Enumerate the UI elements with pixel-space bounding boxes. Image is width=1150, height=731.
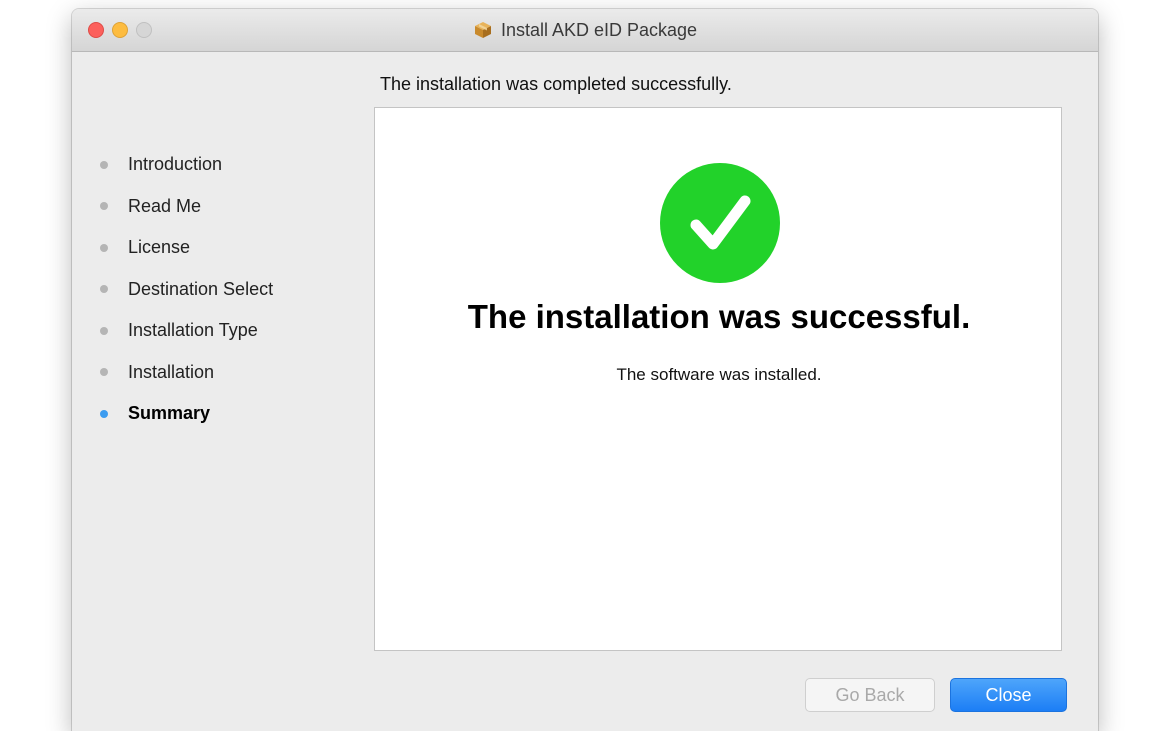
window-title: Install AKD eID Package [500,19,698,40]
step-label: License [128,237,191,258]
step-introduction: Introduction [100,144,273,186]
title-bar[interactable]: Install AKD eID Package [72,9,1098,52]
window-title-group: Install AKD eID Package [72,9,1098,51]
checkmark-circle-icon [660,163,780,283]
step-installation-type: Installation Type [100,310,273,352]
step-destination-select: Destination Select [100,269,273,311]
package-icon [474,22,491,38]
step-label: Summary [128,403,211,424]
step-dot-icon [100,326,108,335]
step-installation: Installation [100,352,273,394]
installer-window: Install AKD eID Package The installation… [72,9,1098,731]
step-label: Introduction [128,154,223,175]
go-back-button[interactable]: Go Back [805,678,935,712]
step-label: Installation Type [128,320,258,341]
step-dot-icon [100,202,108,211]
step-summary: Summary [100,393,273,435]
step-dot-icon [100,243,108,252]
summary-panel: The installation was successful. The sof… [374,107,1062,651]
step-dot-active-icon [100,409,108,418]
step-label: Read Me [128,195,202,216]
step-read-me: Read Me [100,186,273,228]
status-heading: The installation was completed successfu… [380,74,732,94]
success-subtitle: The software was installed. [616,365,822,384]
close-button[interactable]: Close [950,678,1067,712]
step-label: Installation [128,361,215,382]
installer-steps-sidebar: Introduction Read Me License Destination… [100,144,273,435]
step-label: Destination Select [128,278,274,299]
step-license: License [100,227,273,269]
step-dot-icon [100,160,108,169]
step-dot-icon [100,368,108,377]
success-title: The installation was successful. [467,298,971,335]
step-dot-icon [100,285,108,294]
